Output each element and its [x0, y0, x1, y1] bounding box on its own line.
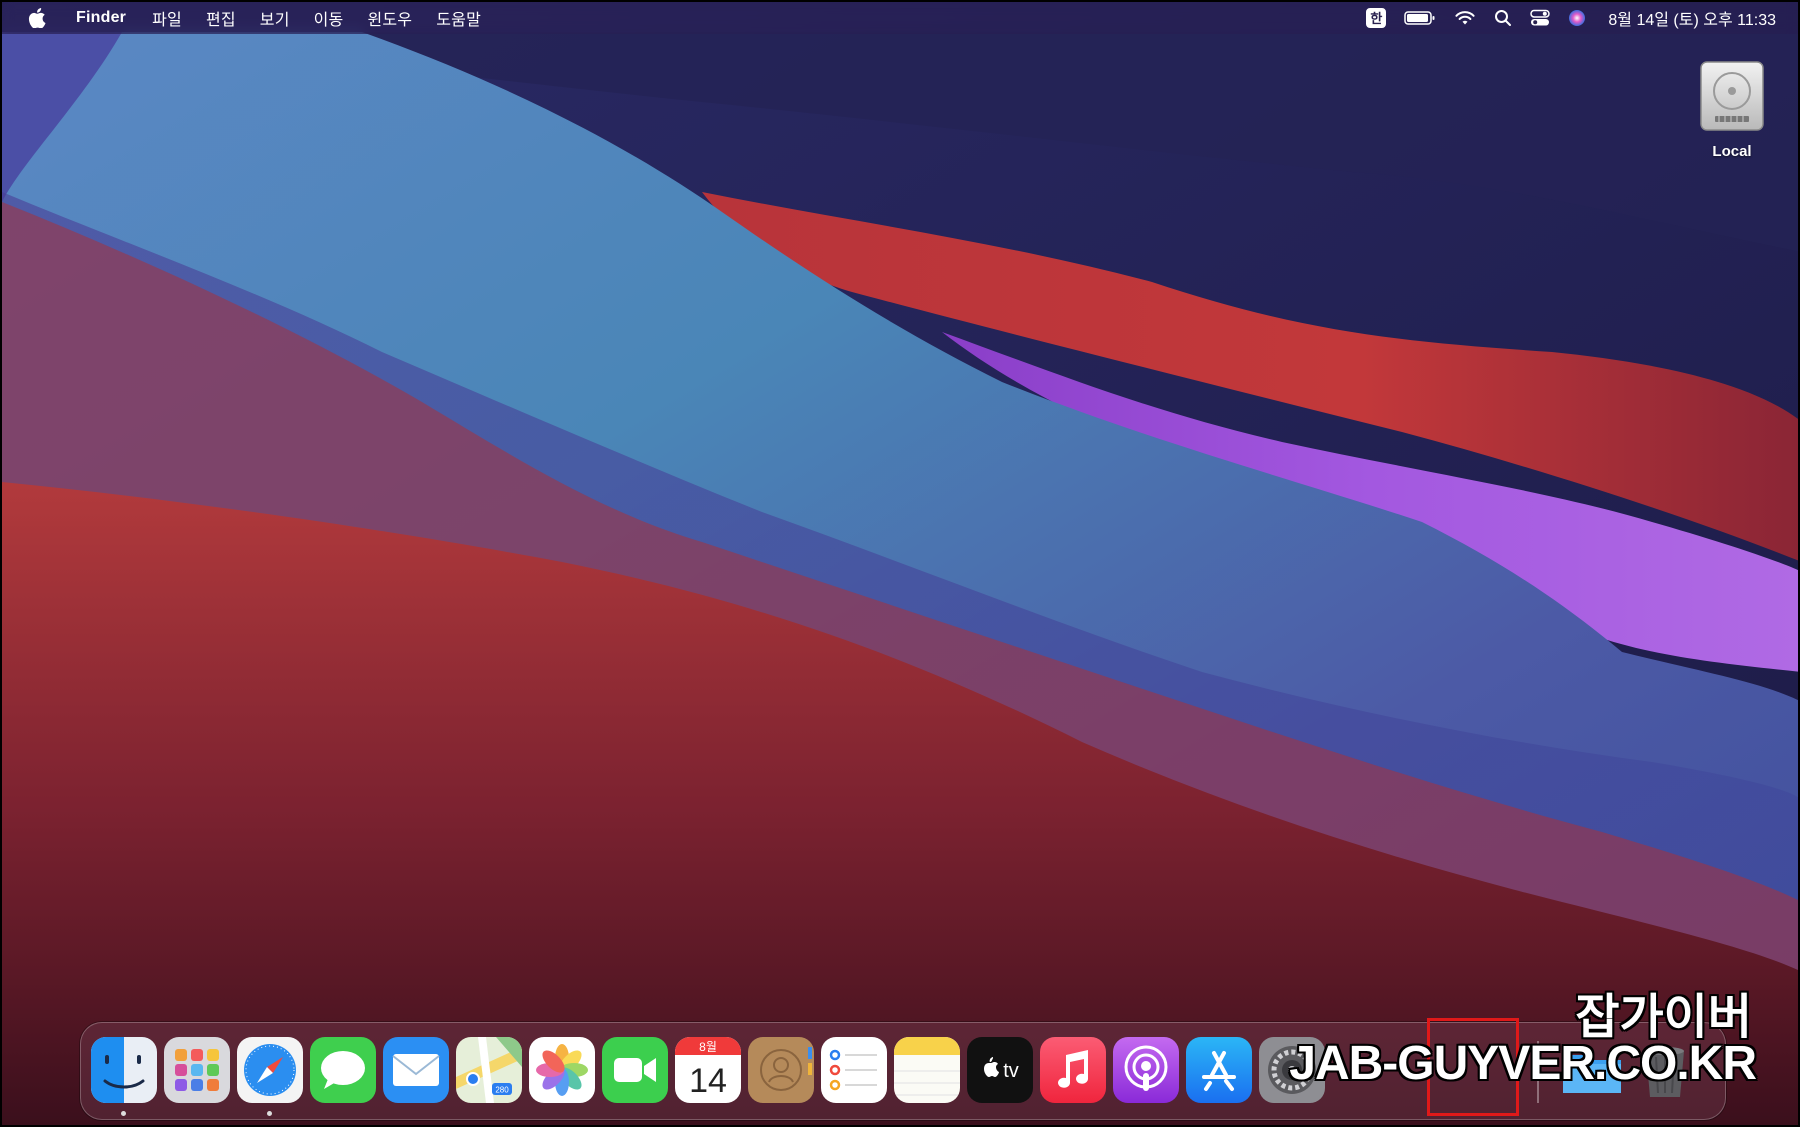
menu-help[interactable]: 도움말: [436, 6, 481, 30]
dock-messages[interactable]: [310, 1037, 376, 1103]
menu-app-finder[interactable]: Finder: [76, 9, 126, 27]
running-indicator: [121, 1111, 126, 1116]
dock-photos[interactable]: [529, 1037, 595, 1103]
photos-icon: [529, 1037, 595, 1103]
wifi-icon[interactable]: [1454, 10, 1476, 26]
menu-bar: Finder 파일 편집 보기 이동 윈도우 도움말 한 8월 14일 (토) …: [2, 2, 1798, 34]
maps-icon: 280: [456, 1037, 522, 1103]
calendar-month: 8월: [699, 1040, 717, 1054]
control-center-icon[interactable]: [1530, 9, 1551, 27]
reminders-icon: [821, 1037, 887, 1103]
notes-icon: [894, 1037, 960, 1103]
dock-app-store[interactable]: [1186, 1037, 1252, 1103]
menu-view[interactable]: 보기: [260, 6, 290, 30]
running-indicator: [267, 1111, 272, 1116]
input-source-icon[interactable]: 한: [1366, 8, 1387, 28]
dock-maps[interactable]: 280: [456, 1037, 522, 1103]
dock-music[interactable]: [1040, 1037, 1106, 1103]
menu-window[interactable]: 윈도우: [367, 6, 412, 30]
calendar-icon: 8월 14: [675, 1037, 741, 1103]
music-icon: [1040, 1037, 1106, 1103]
maps-badge: 280: [495, 1086, 509, 1095]
menu-go[interactable]: 이동: [314, 6, 344, 30]
apple-tv-icon: tv: [967, 1037, 1033, 1103]
mail-icon: [383, 1037, 449, 1103]
safari-icon: [237, 1037, 303, 1103]
apple-menu-icon[interactable]: [28, 8, 46, 28]
dock-reminders[interactable]: [821, 1037, 887, 1103]
siri-icon[interactable]: [1568, 9, 1586, 27]
dock-launchpad[interactable]: [164, 1037, 230, 1103]
launchpad-icon: [164, 1037, 230, 1103]
desktop-wallpaper: [2, 2, 1798, 1125]
app-store-icon: [1186, 1037, 1252, 1103]
calendar-day: 14: [689, 1062, 727, 1100]
dock-podcasts[interactable]: [1113, 1037, 1179, 1103]
dock-calendar[interactable]: 8월 14: [675, 1037, 741, 1103]
menu-edit[interactable]: 편집: [206, 6, 236, 30]
dock-finder[interactable]: [91, 1037, 157, 1103]
dock-mail[interactable]: [383, 1037, 449, 1103]
screen-frame: Finder 파일 편집 보기 이동 윈도우 도움말 한 8월 14일 (토) …: [0, 0, 1800, 1127]
battery-icon[interactable]: [1404, 10, 1436, 26]
messages-icon: [310, 1037, 376, 1103]
facetime-icon: [602, 1037, 668, 1103]
podcasts-icon: [1113, 1037, 1179, 1103]
spotlight-search-icon[interactable]: [1494, 9, 1512, 27]
watermark-url: JAB-GUYVER.CO.KR: [1289, 1037, 1757, 1090]
finder-icon: [91, 1037, 157, 1103]
contacts-icon: [748, 1037, 814, 1103]
hard-drive-icon: [1700, 61, 1764, 131]
menu-clock[interactable]: 8월 14일 (토) 오후 11:33: [1608, 6, 1776, 30]
dock-contacts[interactable]: [748, 1037, 814, 1103]
apple-tv-label: tv: [1003, 1060, 1019, 1082]
dock-safari[interactable]: [237, 1037, 303, 1103]
dock-notes[interactable]: [894, 1037, 960, 1103]
desktop-drive-local[interactable]: Local: [1692, 58, 1772, 160]
dock-facetime[interactable]: [602, 1037, 668, 1103]
desktop-drive-label: Local: [1712, 143, 1752, 160]
dock-apple-tv[interactable]: tv: [967, 1037, 1033, 1103]
menu-file[interactable]: 파일: [152, 6, 182, 30]
